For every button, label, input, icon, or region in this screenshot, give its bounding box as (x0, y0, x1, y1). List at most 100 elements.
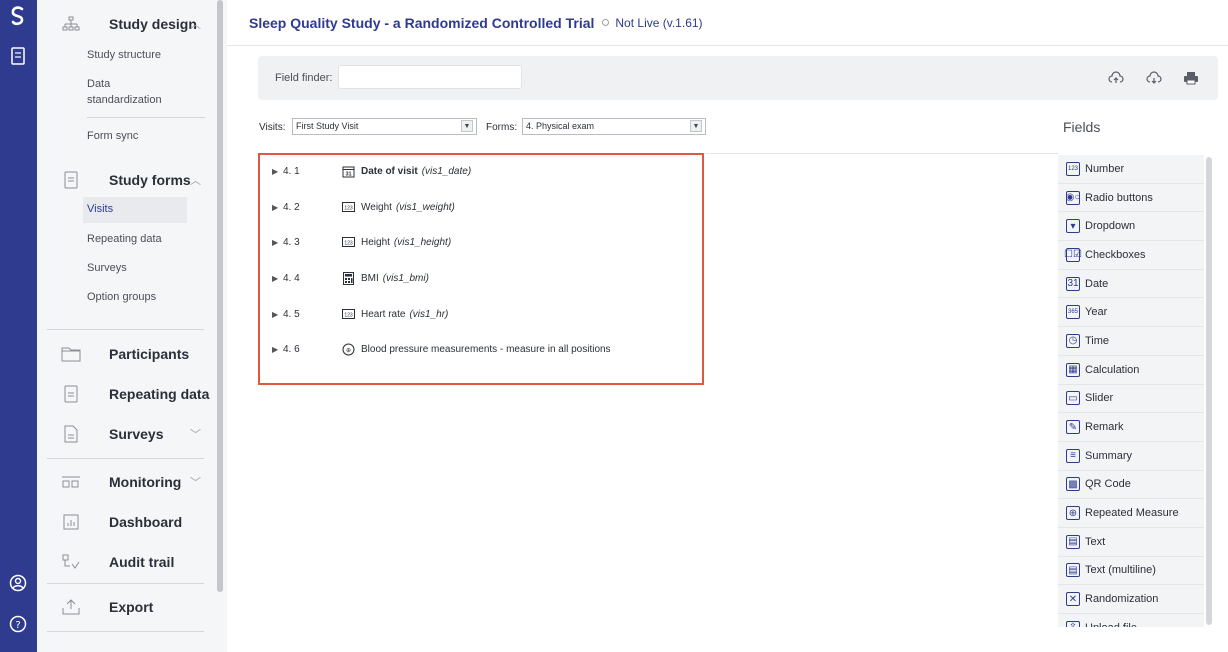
field-name: Weight (361, 201, 392, 213)
chevron-down-icon[interactable]: ﹀ (190, 426, 201, 442)
field-type-item[interactable]: ≡ Summary (1058, 442, 1204, 471)
field-type-item[interactable]: ◉○ Radio buttons (1058, 184, 1204, 213)
scrollbar-thumb[interactable] (217, 0, 223, 592)
expand-triangle-icon[interactable]: ▶ (272, 167, 280, 176)
print-icon[interactable] (1183, 70, 1199, 86)
form-field-row[interactable]: ▶ 4. 5 123 Heart rate (vis1_hr) (272, 306, 448, 322)
field-type-item[interactable]: ▩ QR Code (1058, 471, 1204, 500)
nav-export[interactable]: Export (37, 595, 215, 619)
upload-cloud-icon[interactable] (1108, 70, 1124, 86)
field-type-label: Year (1085, 306, 1108, 319)
nav-audit-trail[interactable]: Audit trail (37, 550, 215, 574)
field-type-label: Randomization (1085, 593, 1159, 606)
field-type-item[interactable]: ▦ Calculation (1058, 356, 1204, 385)
form-field-row[interactable]: ▶ 4. 3 123 Height (vis1_height) (272, 234, 451, 250)
nav-surveys[interactable]: Surveys ﹀ (37, 422, 215, 446)
chevron-down-icon[interactable]: ﹀ (190, 474, 201, 490)
field-name: Date of visit (361, 165, 418, 177)
user-icon[interactable] (8, 573, 28, 593)
field-type-item[interactable]: ▾ Dropdown (1058, 212, 1204, 242)
field-type-item[interactable]: 365 Year (1058, 298, 1204, 328)
number-icon: 123 (341, 307, 355, 321)
repeating-icon (60, 384, 82, 404)
page-title: Sleep Quality Study - a Randomized Contr… (249, 14, 595, 31)
field-variable: (vis1_bmi) (382, 272, 429, 284)
svg-text:⊕: ⊕ (345, 348, 350, 354)
field-finder-bar: Field finder: (258, 56, 1218, 100)
hierarchy-icon (60, 14, 82, 34)
field-type-item[interactable]: ▤ Text (1058, 528, 1204, 557)
visits-select[interactable]: First Study Visit ▼ (292, 118, 477, 135)
field-type-label: Upload file (1085, 622, 1137, 627)
divider (47, 329, 204, 330)
forms-select[interactable]: 4. Physical exam ▼ (522, 118, 706, 135)
field-type-item[interactable]: ✎ Remark (1058, 413, 1204, 442)
divider (47, 631, 204, 632)
randomization-icon: ✕ (1066, 592, 1080, 607)
fields-heading: Fields (1063, 119, 1101, 135)
summary-icon: ≡ (1066, 448, 1080, 463)
expand-triangle-icon[interactable]: ▶ (272, 345, 280, 354)
field-finder-input[interactable] (338, 65, 522, 89)
field-type-item[interactable]: ✕ Randomization (1058, 585, 1204, 614)
field-type-item[interactable]: ⊕ Repeated Measure (1058, 499, 1204, 528)
expand-triangle-icon[interactable]: ▶ (272, 238, 280, 247)
nav-form-sync[interactable]: Form sync (83, 124, 187, 150)
form-field-row[interactable]: ▶ 4. 6 ⊕ Blood pressure measurements - meas… (272, 341, 615, 357)
sidebar-scrollbar[interactable] (215, 0, 227, 652)
nav-participants[interactable]: Participants (37, 342, 215, 366)
dropdown-icon: ▾ (1066, 219, 1080, 234)
nav-dashboard[interactable]: Dashboard (37, 510, 215, 534)
date-icon: 31 (1066, 276, 1080, 291)
form-field-row[interactable]: ▶ 4. 4 BMI (vis1_bmi) (272, 270, 429, 286)
svg-text:123: 123 (344, 312, 353, 318)
form-field-row[interactable]: ▶ 4. 1 31 Date of visit (vis1_date) (272, 163, 471, 179)
nav-study-forms[interactable]: Study forms ︿ (37, 168, 215, 192)
logo-icon[interactable] (8, 6, 28, 26)
dashboard-icon (60, 512, 82, 532)
help-icon[interactable]: ? (8, 614, 28, 634)
field-type-label: Repeated Measure (1085, 507, 1179, 520)
sidebar: Study design ︿ Study structure Data stan… (37, 0, 215, 652)
nav-visits[interactable]: Visits (83, 197, 187, 223)
nav-repeating-data-sub[interactable]: Repeating data (83, 227, 187, 253)
field-types-panel: 123 Number ◉○ Radio buttons ▾ Dropdown ☐☑ Check… (1058, 155, 1204, 627)
download-cloud-icon[interactable] (1146, 70, 1162, 86)
nav-option-groups[interactable]: Option groups (83, 285, 187, 311)
field-type-label: Remark (1085, 421, 1124, 434)
field-variable: (vis1_hr) (409, 308, 449, 320)
field-type-item[interactable]: ⇪ Upload file (1058, 614, 1204, 627)
nav-surveys-sub[interactable]: Surveys (83, 256, 187, 282)
field-type-item[interactable]: ▤ Text (multiline) (1058, 557, 1204, 586)
expand-triangle-icon[interactable]: ▶ (272, 203, 280, 212)
survey-icon (60, 424, 82, 444)
field-type-item[interactable]: ☐☑ Checkboxes (1058, 241, 1204, 270)
nav-study-design[interactable]: Study design ︿ (37, 12, 215, 36)
upload-icon: ⇪ (1066, 620, 1080, 627)
nav-study-design-label: Study design (109, 16, 197, 32)
svg-text:?: ? (15, 620, 20, 631)
nav-monitoring-label: Monitoring (109, 474, 182, 490)
nav-repeating-data[interactable]: Repeating data (37, 382, 215, 406)
field-type-item[interactable]: 123 Number (1058, 155, 1204, 184)
field-number: 4. 6 (283, 343, 300, 355)
field-type-item[interactable]: ▭ Slider (1058, 385, 1204, 414)
nav-monitoring[interactable]: Monitoring ﹀ (37, 470, 215, 494)
chevron-up-icon[interactable]: ︿ (190, 16, 201, 32)
field-type-item[interactable]: 31 Date (1058, 270, 1204, 299)
monitoring-icon (60, 472, 82, 492)
expand-triangle-icon[interactable]: ▶ (272, 310, 280, 319)
visits-label: Visits: (259, 122, 286, 133)
expand-triangle-icon[interactable]: ▶ (272, 274, 280, 283)
field-variable: (vis1_height) (393, 236, 452, 248)
studies-icon[interactable] (8, 46, 28, 66)
field-variable: (vis1_date) (421, 165, 472, 177)
form-field-row[interactable]: ▶ 4. 2 123 Weight (vis1_weight) (272, 199, 455, 215)
field-type-label: QR Code (1085, 478, 1131, 491)
chevron-up-icon[interactable]: ︿ (190, 172, 201, 188)
nav-study-structure[interactable]: Study structure (83, 43, 187, 69)
form-icon (60, 170, 82, 190)
nav-data-standardization[interactable]: Data standardization (83, 72, 187, 114)
field-type-item[interactable]: ◷ Time (1058, 327, 1204, 356)
panel-scrollbar[interactable] (1206, 157, 1212, 625)
